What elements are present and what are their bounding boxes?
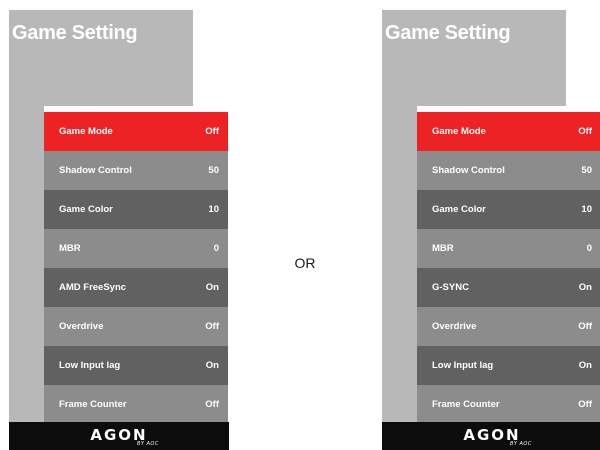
menu-item-label: AMD FreeSync <box>59 282 127 293</box>
menu-item-label: Overdrive <box>59 321 104 332</box>
panel-title: Game Setting <box>12 22 138 44</box>
menu-item-frame-counter[interactable]: Frame Counter Off <box>417 385 600 424</box>
menu-item-label: G-SYNC <box>432 282 469 293</box>
menu-item-label: Frame Counter <box>432 399 500 410</box>
menu-item-low-input-lag[interactable]: Low Input lag On <box>417 346 600 385</box>
menu-item-label: Frame Counter <box>59 399 127 410</box>
menu-item-label: Low Input lag <box>432 360 494 371</box>
menu-item-game-color[interactable]: Game Color 10 <box>44 190 228 229</box>
menu-item-game-mode[interactable]: Game Mode Off <box>417 112 600 151</box>
menu-item-value: 10 <box>208 204 219 215</box>
menu-item-value: Off <box>205 399 219 410</box>
menu-frame: Game Mode Off Shadow Control 50 Game Color… <box>44 106 230 424</box>
menu-item-label: Game Mode <box>59 126 113 137</box>
panel-title: Game Setting <box>385 22 511 44</box>
aoc-logo: BY AOC <box>510 441 532 447</box>
menu-item-shadow-control[interactable]: Shadow Control 50 <box>417 151 600 190</box>
menu-item-label: Game Mode <box>432 126 486 137</box>
brand-bar: AGON BY AOC <box>9 422 229 450</box>
separator-or-text: OR <box>294 255 316 271</box>
osd-panel-freesync: Game Setting Game Mode Off Shadow Control… <box>9 10 230 450</box>
aoc-logo: BY AOC <box>137 441 159 447</box>
menu-item-value: Off <box>205 321 219 332</box>
agon-logo: AGON <box>463 426 521 444</box>
menu-item-value: 0 <box>213 243 219 254</box>
menu-item-game-color[interactable]: Game Color 10 <box>417 190 600 229</box>
menu-item-shadow-control[interactable]: Shadow Control 50 <box>44 151 228 190</box>
menu-item-game-mode[interactable]: Game Mode Off <box>44 112 228 151</box>
agon-logo: AGON <box>90 426 148 444</box>
menu-frame: Game Mode Off Shadow Control 50 Game Color… <box>417 106 600 424</box>
menu-item-label: Game Color <box>59 204 113 215</box>
menu-item-value: 50 <box>208 165 219 176</box>
menu-item-overdrive[interactable]: Overdrive Off <box>417 307 600 346</box>
menu-item-label: Overdrive <box>432 321 477 332</box>
menu-item-value: Off <box>578 126 592 137</box>
menu-list: Game Mode Off Shadow Control 50 Game Color… <box>417 112 600 424</box>
menu-item-label: Low Input lag <box>59 360 121 371</box>
menu-item-value: Off <box>578 399 592 410</box>
menu-item-mbr[interactable]: MBR 0 <box>417 229 600 268</box>
menu-item-label: MBR <box>432 243 454 254</box>
menu-item-value: On <box>578 360 592 371</box>
menu-item-value: On <box>205 360 219 371</box>
menu-item-frame-counter[interactable]: Frame Counter Off <box>44 385 228 424</box>
menu-item-low-input-lag[interactable]: Low Input lag On <box>44 346 228 385</box>
menu-item-value: 50 <box>581 165 592 176</box>
menu-list: Game Mode Off Shadow Control 50 Game Color… <box>44 112 228 424</box>
menu-item-mbr[interactable]: MBR 0 <box>44 229 228 268</box>
menu-item-value: On <box>205 282 219 293</box>
menu-item-value: On <box>578 282 592 293</box>
menu-item-label: Shadow Control <box>432 165 505 176</box>
menu-item-amd-freesync[interactable]: AMD FreeSync On <box>44 268 228 307</box>
osd-panel-gsync: Game Setting Game Mode Off Shadow Control… <box>382 10 600 450</box>
menu-item-value: 10 <box>581 204 592 215</box>
menu-item-g-sync[interactable]: G-SYNC On <box>417 268 600 307</box>
brand-bar: AGON BY AOC <box>382 422 600 450</box>
menu-item-value: Off <box>205 126 219 137</box>
menu-item-label: Game Color <box>432 204 486 215</box>
menu-item-label: MBR <box>59 243 81 254</box>
menu-item-label: Shadow Control <box>59 165 132 176</box>
menu-item-overdrive[interactable]: Overdrive Off <box>44 307 228 346</box>
menu-item-value: 0 <box>586 243 592 254</box>
menu-item-value: Off <box>578 321 592 332</box>
